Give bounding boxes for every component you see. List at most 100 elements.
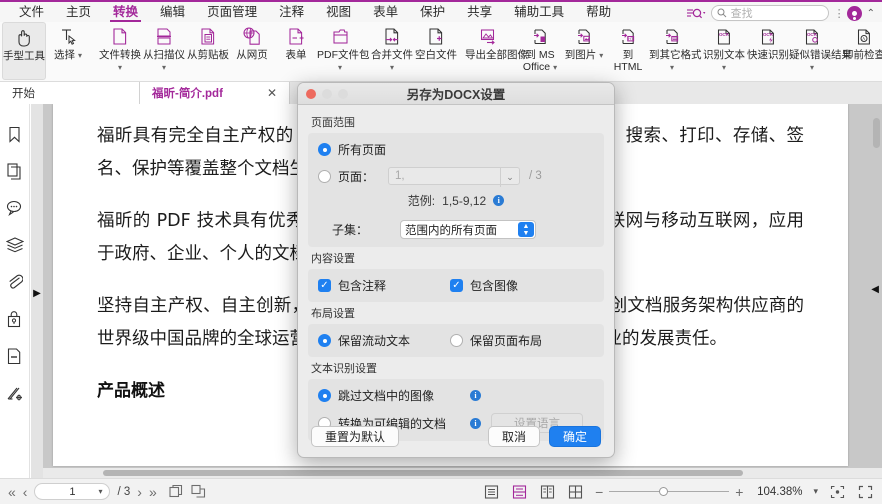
- ribbon-export-all-images[interactable]: 导出全部图像: [465, 22, 528, 80]
- chevron-down-icon[interactable]: ▾: [98, 487, 102, 496]
- scrollbar-thumb[interactable]: [103, 470, 743, 476]
- signature-icon[interactable]: [5, 383, 25, 403]
- all-pages-row[interactable]: 所有页面: [318, 141, 594, 158]
- zoom-slider[interactable]: − +: [595, 484, 743, 500]
- ribbon-ocr-quick[interactable]: OCR 快速识别: [746, 22, 790, 80]
- page-layout-item[interactable]: 保留页面布局: [450, 332, 542, 349]
- ribbon-to-ms-office[interactable]: 到 MS Office ▾: [518, 22, 562, 80]
- next-page-arrow[interactable]: ◀: [871, 284, 879, 295]
- zoom-dropdown-icon[interactable]: ▾: [813, 486, 818, 497]
- fields-icon[interactable]: [5, 346, 25, 366]
- ribbon-pdf-portfolio[interactable]: PDF文件包 ▾: [317, 22, 370, 80]
- ribbon-blank-file[interactable]: 空白文件: [414, 22, 458, 80]
- all-pages-radio[interactable]: [318, 143, 331, 156]
- skip-images-radio[interactable]: [318, 389, 331, 402]
- menu-item-comment[interactable]: 注释: [268, 1, 315, 23]
- ribbon-ocr-suspect[interactable]: OCR 疑似错误结果 ▾: [789, 22, 852, 80]
- zoom-track[interactable]: [609, 487, 730, 496]
- next-page-icon[interactable]: ›: [137, 484, 142, 500]
- search-input[interactable]: 查找: [710, 5, 829, 21]
- stepper-arrows-icon[interactable]: ▲ ▼: [518, 222, 534, 237]
- ribbon-to-image[interactable]: 到图片 ▾: [562, 22, 606, 80]
- ocr-text-icon: OCR: [714, 25, 735, 48]
- menu-item-form[interactable]: 表单: [362, 1, 409, 23]
- more-options-icon[interactable]: ⋮: [834, 7, 845, 20]
- include-images-item[interactable]: 包含图像: [450, 277, 518, 294]
- prev-page-icon[interactable]: ‹: [23, 484, 28, 500]
- zoom-out-button[interactable]: −: [595, 484, 603, 500]
- menu-item-page-manage[interactable]: 页面管理: [196, 1, 268, 23]
- ribbon-file-convert[interactable]: 文件转换 ▾: [98, 22, 142, 80]
- comments-icon[interactable]: [5, 198, 25, 218]
- info-icon[interactable]: i: [470, 390, 481, 401]
- view-controls: − + 104.38% ▾: [483, 484, 874, 500]
- chevron-down-icon[interactable]: ⌄: [500, 167, 519, 187]
- page-navigation: « ‹ 1 ▾ / 3 › »: [0, 483, 206, 500]
- flowing-text-radio[interactable]: [318, 334, 331, 347]
- ribbon-to-other-format[interactable]: 到其它格式 ▾: [649, 22, 702, 80]
- ribbon-form[interactable]: 表单: [274, 22, 318, 80]
- security-icon[interactable]: [5, 309, 25, 329]
- single-page-icon[interactable]: [483, 484, 500, 499]
- zoom-knob[interactable]: [659, 487, 669, 496]
- ribbon-select[interactable]: 选择 ▾: [46, 22, 90, 80]
- pages-input[interactable]: 1, ⌄: [388, 167, 520, 187]
- layers-icon[interactable]: [5, 235, 25, 255]
- ok-button[interactable]: 确定: [548, 425, 601, 447]
- info-icon[interactable]: i: [493, 195, 505, 206]
- attachment-icon[interactable]: [5, 272, 25, 292]
- ribbon-from-clipboard[interactable]: 从剪贴板: [186, 22, 230, 80]
- include-comments-item[interactable]: 包含注释: [318, 277, 450, 294]
- fullscreen-icon[interactable]: [857, 484, 874, 499]
- menu-item-edit[interactable]: 编辑: [149, 1, 196, 23]
- page-layout-radio[interactable]: [450, 334, 463, 347]
- rotate-view-icon[interactable]: [169, 484, 184, 499]
- pages-icon[interactable]: [5, 161, 25, 181]
- collapse-ribbon-icon[interactable]: ⌃: [867, 8, 875, 19]
- flowing-text-item[interactable]: 保留流动文本: [318, 332, 450, 349]
- split-view-icon[interactable]: [191, 484, 206, 499]
- zoom-in-button[interactable]: +: [735, 484, 743, 500]
- menu-item-accessibility[interactable]: 辅助工具: [503, 1, 575, 23]
- horizontal-scrollbar[interactable]: [43, 468, 882, 478]
- facing-cover-icon[interactable]: [567, 484, 584, 499]
- tab-document[interactable]: 福昕-简介.pdf ✕: [140, 82, 290, 104]
- menu-item-help[interactable]: 帮助: [575, 1, 622, 23]
- reset-defaults-button[interactable]: 重置为默认: [311, 425, 399, 447]
- advanced-search-icon[interactable]: [686, 6, 706, 21]
- ribbon-hand-tool[interactable]: 手型工具: [2, 22, 46, 80]
- page-number-input[interactable]: 1 ▾: [34, 483, 111, 500]
- ribbon-preflight[interactable]: A 印前检查: [842, 22, 882, 80]
- fit-page-icon[interactable]: [829, 484, 846, 499]
- menu-item-view[interactable]: 视图: [315, 1, 362, 23]
- include-comments-checkbox[interactable]: [318, 279, 331, 292]
- scrollbar-thumb[interactable]: [873, 118, 880, 148]
- ribbon-to-html[interactable]: HT 到 HTML: [606, 22, 650, 80]
- tab-start[interactable]: 开始: [0, 82, 140, 104]
- pages-radio[interactable]: [318, 169, 331, 183]
- ribbon-from-scanner[interactable]: 从扫描仪 ▾: [142, 22, 186, 80]
- pages-row[interactable]: 页面： 1, ⌄ / 3: [318, 167, 594, 187]
- subset-select[interactable]: 范围内的所有页面 ▲ ▼: [400, 220, 536, 239]
- menu-item-share[interactable]: 共享: [456, 1, 503, 23]
- scanner-icon: [154, 25, 175, 48]
- menu-item-home[interactable]: 主页: [55, 1, 102, 23]
- sidebar-expand-arrow[interactable]: ▶: [31, 284, 43, 302]
- tab-close-icon[interactable]: ✕: [267, 86, 277, 100]
- dialog-title-bar[interactable]: 另存为DOCX设置: [298, 83, 614, 105]
- menu-item-file[interactable]: 文件: [8, 1, 55, 23]
- user-avatar[interactable]: [846, 5, 862, 21]
- first-page-icon[interactable]: «: [8, 484, 16, 500]
- menu-item-convert[interactable]: 转换: [102, 1, 149, 23]
- facing-icon[interactable]: [539, 484, 556, 499]
- ribbon-from-webpage[interactable]: 从网页: [230, 22, 274, 80]
- ribbon-ocr-text[interactable]: OCR 识别文本 ▾: [702, 22, 746, 80]
- include-images-checkbox[interactable]: [450, 279, 463, 292]
- skip-images-row[interactable]: 跳过文档中的图像 i: [318, 387, 594, 404]
- cancel-button[interactable]: 取消: [487, 425, 540, 447]
- menu-item-protect[interactable]: 保护: [409, 1, 456, 23]
- last-page-icon[interactable]: »: [149, 484, 157, 500]
- ribbon-merge-files[interactable]: 合并文件 ▾: [370, 22, 414, 80]
- bookmark-icon[interactable]: [5, 124, 25, 144]
- continuous-icon[interactable]: [511, 484, 528, 499]
